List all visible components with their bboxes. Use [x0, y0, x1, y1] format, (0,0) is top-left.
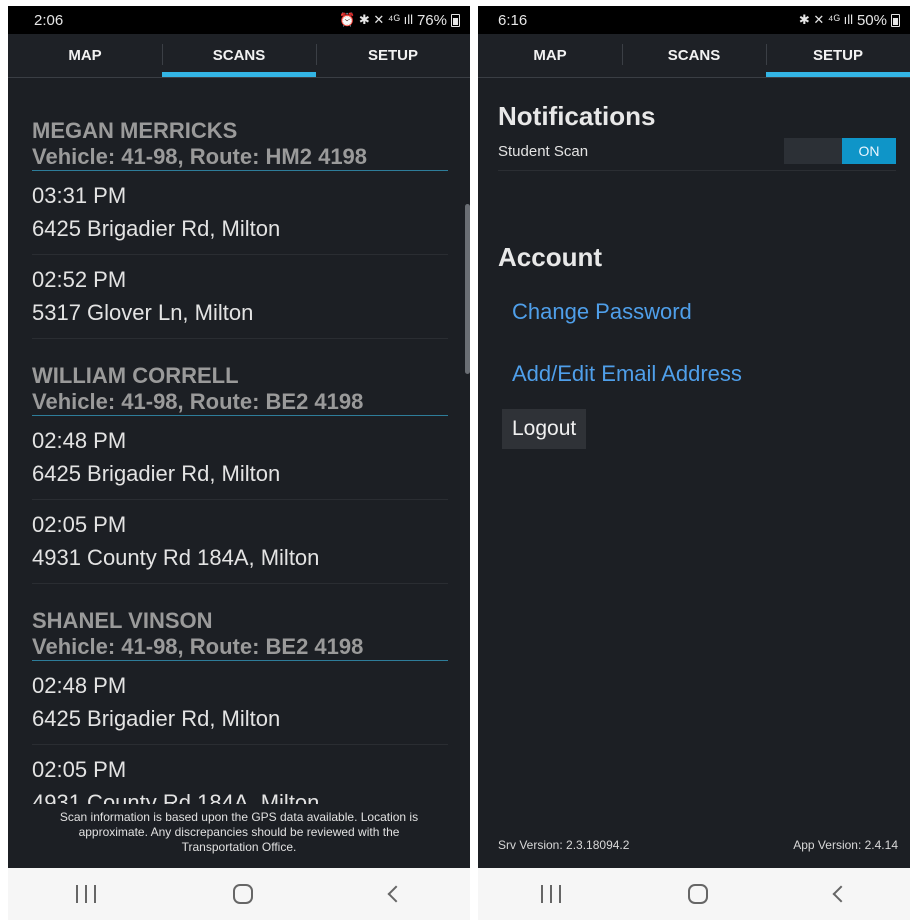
- student-group: MEGAN MERRICKS Vehicle: 41-98, Route: HM…: [32, 118, 448, 339]
- status-icons: ⏰ ✱ ✕ ⁴ᴳ ıll 76%: [339, 12, 460, 29]
- tab-map[interactable]: MAP: [478, 34, 622, 77]
- status-indicator-icons: ✱ ✕ ⁴ᴳ ıll: [798, 12, 853, 27]
- scan-address: 4931 County Rd 184A, Milton: [32, 545, 320, 570]
- tab-bar: MAP SCANS SETUP: [8, 34, 470, 78]
- setup-panel: Notifications Student Scan ON Account Ch…: [478, 78, 910, 868]
- student-scan-label: Student Scan: [498, 142, 589, 160]
- tab-scans[interactable]: SCANS: [162, 34, 316, 77]
- system-nav-bar: [478, 868, 910, 920]
- system-nav-bar: [8, 868, 470, 920]
- tab-map[interactable]: MAP: [8, 34, 162, 77]
- scan-entry[interactable]: 03:31 PM 6425 Brigadier Rd, Milton: [32, 171, 448, 255]
- recents-icon[interactable]: [76, 885, 97, 903]
- scan-time: 02:48 PM: [32, 428, 127, 453]
- tab-setup[interactable]: SETUP: [766, 34, 910, 77]
- edit-email-link[interactable]: Add/Edit Email Address: [512, 361, 896, 387]
- home-icon[interactable]: [232, 884, 253, 904]
- status-bar: 6:16 ✱ ✕ ⁴ᴳ ıll 50%: [478, 6, 910, 34]
- scan-address: 6425 Brigadier Rd, Milton: [32, 706, 281, 731]
- student-vehicle-route: Vehicle: 41-98, Route: BE2 4198: [32, 389, 448, 416]
- tab-bar: MAP SCANS SETUP: [478, 34, 910, 78]
- scan-entry[interactable]: 02:48 PM 6425 Brigadier Rd, Milton: [32, 416, 448, 500]
- logout-button[interactable]: Logout: [502, 409, 587, 449]
- scan-time: 02:05 PM: [32, 757, 127, 782]
- status-bar: 2:06 ⏰ ✱ ✕ ⁴ᴳ ıll 76%: [8, 6, 470, 34]
- student-vehicle-route: Vehicle: 41-98, Route: BE2 4198: [32, 634, 448, 661]
- battery-icon: [891, 13, 900, 27]
- scan-entry[interactable]: 02:52 PM 5317 Glover Ln, Milton: [32, 255, 448, 339]
- student-name: MEGAN MERRICKS: [32, 118, 238, 143]
- status-icons: ✱ ✕ ⁴ᴳ ıll 50%: [799, 12, 900, 29]
- app-version: App Version: 2.4.14: [793, 838, 898, 852]
- account-title: Account: [498, 242, 602, 272]
- student-name: WILLIAM CORRELL: [32, 363, 239, 388]
- back-icon[interactable]: [832, 885, 850, 903]
- recents-icon[interactable]: [541, 885, 562, 903]
- setup-screen: 6:16 ✱ ✕ ⁴ᴳ ıll 50% MAP SCANS SETUP Noti…: [478, 6, 910, 920]
- tab-scans[interactable]: SCANS: [622, 34, 766, 77]
- student-group: WILLIAM CORRELL Vehicle: 41-98, Route: B…: [32, 363, 448, 584]
- scrollbar[interactable]: [465, 204, 470, 374]
- scan-time: 03:31 PM: [32, 183, 127, 208]
- student-vehicle-route: Vehicle: 41-98, Route: HM2 4198: [32, 144, 448, 171]
- student-group: SHANEL VINSON Vehicle: 41-98, Route: BE2…: [32, 608, 448, 829]
- battery-icon: [451, 13, 460, 27]
- server-version: Srv Version: 2.3.18094.2: [498, 838, 630, 852]
- version-info: Srv Version: 2.3.18094.2 App Version: 2.…: [498, 838, 898, 852]
- status-time: 2:06: [34, 11, 64, 29]
- scan-address: 6425 Brigadier Rd, Milton: [32, 216, 281, 241]
- battery-percent: 76%: [416, 11, 447, 29]
- scan-time: 02:52 PM: [32, 267, 127, 292]
- student-name: SHANEL VINSON: [32, 608, 213, 633]
- student-scan-row: Student Scan ON: [498, 138, 896, 171]
- back-icon[interactable]: [387, 885, 405, 903]
- scan-entry[interactable]: 02:05 PM 4931 County Rd 184A, Milton: [32, 500, 448, 584]
- gps-disclaimer: Scan information is based upon the GPS d…: [8, 804, 470, 868]
- scans-screen: 2:06 ⏰ ✱ ✕ ⁴ᴳ ıll 76% MAP SCANS SETUP ME…: [8, 6, 470, 920]
- scan-time: 02:48 PM: [32, 673, 127, 698]
- battery-percent: 50%: [856, 11, 887, 29]
- toggle-on-label: ON: [842, 138, 896, 164]
- scan-entry[interactable]: 02:48 PM 6425 Brigadier Rd, Milton: [32, 661, 448, 745]
- home-icon[interactable]: [687, 884, 708, 904]
- notifications-title: Notifications: [498, 101, 656, 131]
- status-time: 6:16: [498, 11, 528, 29]
- scans-list[interactable]: MEGAN MERRICKS Vehicle: 41-98, Route: HM…: [8, 78, 470, 868]
- status-indicator-icons: ⏰ ✱ ✕ ⁴ᴳ ıll: [339, 12, 413, 27]
- scan-address: 6425 Brigadier Rd, Milton: [32, 461, 281, 486]
- student-scan-toggle[interactable]: ON: [784, 138, 896, 164]
- change-password-link[interactable]: Change Password: [512, 299, 896, 325]
- tab-setup[interactable]: SETUP: [316, 34, 470, 77]
- scan-address: 5317 Glover Ln, Milton: [32, 300, 254, 325]
- scan-time: 02:05 PM: [32, 512, 127, 537]
